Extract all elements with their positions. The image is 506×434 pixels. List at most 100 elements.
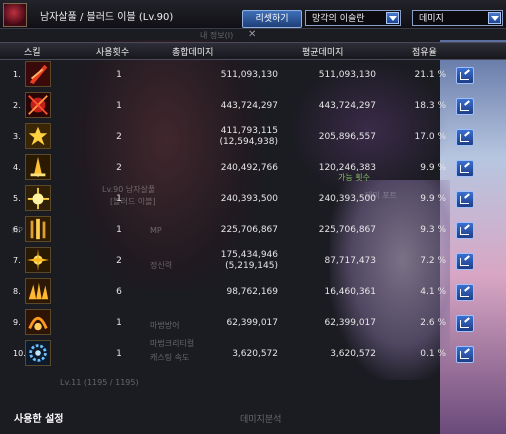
detail-button[interactable] (456, 191, 474, 208)
table-row: 9. 1 62,399,017 62,399,017 2.6 % (0, 307, 506, 338)
row-index: 1. (13, 70, 21, 79)
detail-button[interactable] (456, 222, 474, 239)
detail-button[interactable] (456, 129, 474, 146)
row-index: 7. (13, 256, 21, 265)
close-icon[interactable]: ✕ (248, 29, 256, 40)
avg-damage-value: 62,399,017 (324, 318, 376, 328)
table-header: 스킬 사용횟수 총합데미지 평균데미지 점유율 (0, 42, 506, 60)
reset-button[interactable]: 리셋하기 (242, 10, 302, 28)
detail-button[interactable] (456, 67, 474, 84)
column-avg-damage: 평균데미지 (302, 48, 344, 58)
uses-value: 6 (116, 287, 122, 297)
avg-damage-value: 87,717,473 (324, 256, 376, 266)
title-bar: 남자살풀 / 블러드 이블 (Lv.90) 리셋하기 망각의 이슬란 데미지 (0, 0, 506, 29)
detail-button[interactable] (456, 346, 474, 363)
crimson-slash-icon (25, 61, 51, 87)
column-uses: 사용횟수 (96, 48, 130, 58)
column-share: 점유율 (412, 48, 437, 58)
share-value: 2.6 % (420, 318, 446, 328)
total-damage-value: 62,399,017 (226, 318, 278, 328)
row-index: 10. (13, 349, 26, 358)
golden-explosion-icon (25, 123, 51, 149)
share-value: 18.3 % (414, 101, 446, 111)
detail-button[interactable] (456, 315, 474, 332)
column-total-damage: 총합데미지 (172, 48, 214, 58)
row-index: 9. (13, 318, 21, 327)
dungeon-select-value: 망각의 이슬란 (312, 14, 365, 24)
ghost-info: 내 정보(I) (200, 31, 234, 40)
chevron-down-icon[interactable] (386, 12, 399, 24)
uses-value: 2 (116, 132, 122, 142)
ghost-bottom-right: 데미지분석 (240, 415, 282, 425)
avg-damage-value: 511,093,130 (318, 70, 376, 80)
avg-damage-value: 120,246,383 (318, 163, 376, 173)
uses-value: 1 (116, 318, 122, 328)
table-row: 7. 2 175,434,946 (5,219,145) 87,717,473 7… (0, 245, 506, 276)
total-damage-value: 511,093,130 (220, 70, 278, 80)
impact-flash-icon (25, 185, 51, 211)
avg-damage-value: 205,896,557 (318, 132, 376, 142)
metric-select-value: 데미지 (419, 14, 444, 24)
total-damage-value: 225,706,867 (220, 225, 278, 235)
row-index: 3. (13, 132, 21, 141)
share-value: 9.9 % (420, 194, 446, 204)
pillar-strike-icon (25, 216, 51, 242)
detail-button[interactable] (456, 160, 474, 177)
table-row: 10. 1 3,620,572 3,620,572 0.1 % (0, 338, 506, 369)
row-index: 2. (13, 101, 21, 110)
avg-damage-value: 225,706,867 (318, 225, 376, 235)
share-value: 4.1 % (420, 287, 446, 297)
uses-value: 1 (116, 101, 122, 111)
table-row: 8. 6 98,762,169 16,460,361 4.1 % (0, 276, 506, 307)
ghost-lv11: Lv.11 (1195 / 1195) (60, 378, 139, 387)
share-value: 17.0 % (414, 132, 446, 142)
row-index: 6. (13, 225, 21, 234)
claw-rend-icon (25, 278, 51, 304)
column-skill: 스킬 (24, 48, 41, 58)
uses-value: 2 (116, 163, 122, 173)
total-damage-value: 443,724,297 (220, 101, 278, 111)
uses-value: 1 (116, 70, 122, 80)
uses-value: 1 (116, 349, 122, 359)
used-settings-button[interactable]: 사용한 설정 (14, 410, 63, 425)
share-value: 21.1 % (414, 70, 446, 80)
total-damage-value: 3,620,572 (232, 349, 278, 359)
share-value: 9.9 % (420, 163, 446, 173)
row-index: 4. (13, 163, 21, 172)
table-row: 2. 1 443,724,297 443,724,297 18.3 % (0, 90, 506, 121)
avatar (3, 3, 27, 27)
table-row: 1. 1 511,093,130 511,093,130 21.1 % (0, 59, 506, 90)
uses-value: 2 (116, 256, 122, 266)
detail-button[interactable] (456, 284, 474, 301)
table-row: 5. 1 240,393,500 240,393,500 9.9 % (0, 183, 506, 214)
total-damage-value: 175,434,946 (5,219,145) (220, 250, 278, 271)
character-name: 남자살풀 / 블러드 이블 (Lv.90) (40, 12, 174, 23)
uses-value: 1 (116, 225, 122, 235)
row-index: 8. (13, 287, 21, 296)
avg-damage-value: 443,724,297 (318, 101, 376, 111)
share-value: 0.1 % (420, 349, 446, 359)
share-value: 7.2 % (420, 256, 446, 266)
total-damage-value: 240,393,500 (220, 194, 278, 204)
fire-arc-icon (25, 309, 51, 335)
avg-damage-value: 16,460,361 (324, 287, 376, 297)
detail-button[interactable] (456, 253, 474, 270)
total-damage-value: 411,793,115 (12,594,938) (219, 126, 278, 147)
footer: 사용한 설정 데미지분석 (0, 400, 506, 434)
metric-select[interactable]: 데미지 (412, 10, 503, 26)
share-value: 9.3 % (420, 225, 446, 235)
star-burst-icon (25, 247, 51, 273)
dungeon-select[interactable]: 망각의 이슬란 (305, 10, 401, 26)
table-row: 4. 2 240,492,766 120,246,383 9.9 % (0, 152, 506, 183)
blood-burst-icon (25, 92, 51, 118)
avg-damage-value: 3,620,572 (330, 349, 376, 359)
row-index: 5. (13, 194, 21, 203)
total-damage-value: 240,492,766 (220, 163, 278, 173)
chevron-down-icon[interactable] (488, 12, 501, 24)
total-damage-value: 98,762,169 (226, 287, 278, 297)
table-row: 3. 2 411,793,115 (12,594,938) 205,896,557… (0, 121, 506, 152)
avg-damage-value: 240,393,500 (318, 194, 376, 204)
uses-value: 1 (116, 194, 122, 204)
detail-button[interactable] (456, 98, 474, 115)
table-row: 6. 1 225,706,867 225,706,867 9.3 % (0, 214, 506, 245)
